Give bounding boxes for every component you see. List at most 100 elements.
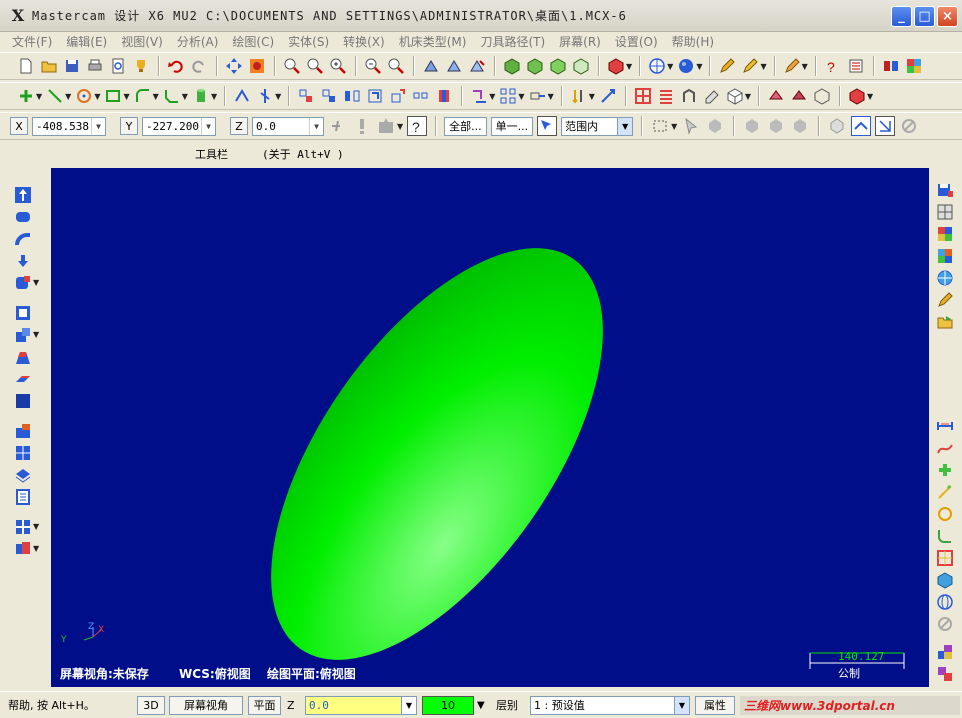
menu-screen[interactable]: 屏幕(R)	[559, 33, 601, 50]
menu-help[interactable]: 帮助(H)	[672, 33, 714, 50]
color-blocks-icon[interactable]	[936, 643, 954, 661]
chevron-down-icon[interactable]: ▼	[674, 696, 689, 714]
scale-xform-icon[interactable]	[388, 86, 408, 106]
edit-pencil-icon[interactable]	[936, 291, 954, 309]
fillet-right-icon[interactable]	[936, 527, 954, 545]
select-all-button[interactable]: 全部...	[444, 116, 487, 136]
chevron-down-icon[interactable]: ▼	[201, 117, 215, 135]
no-entry-icon[interactable]	[899, 116, 919, 136]
window-select-icon[interactable]	[650, 116, 670, 136]
chevron-down-icon[interactable]: ▼	[309, 117, 323, 135]
line-sparkle-icon[interactable]	[936, 483, 954, 501]
globe-view-icon[interactable]	[936, 269, 954, 287]
surface-icon[interactable]	[766, 86, 786, 106]
revolve-icon[interactable]	[14, 208, 32, 226]
verify-icon[interactable]	[851, 116, 872, 136]
menu-machine-type[interactable]: 机床类型(M)	[399, 33, 467, 50]
color-swatch[interactable]: 10	[422, 695, 474, 715]
shading-icon[interactable]	[847, 86, 867, 106]
z-coordinate-field[interactable]: 0.0 ▼	[252, 116, 324, 136]
zoom-window-icon[interactable]	[282, 56, 302, 76]
menu-toolpaths[interactable]: 刀具路径(T)	[480, 33, 545, 50]
rotate-icon[interactable]	[444, 56, 464, 76]
rectangle-right-icon[interactable]	[936, 549, 954, 567]
save-icon[interactable]	[62, 56, 82, 76]
eraser-icon[interactable]	[702, 86, 722, 106]
attributes-button[interactable]: 属性	[695, 695, 735, 715]
array-icon[interactable]	[498, 86, 518, 106]
pointer-icon[interactable]	[681, 116, 701, 136]
hexagon3-icon[interactable]	[766, 116, 786, 136]
fit-icon[interactable]	[247, 56, 267, 76]
selection-range-select[interactable]: 范围内 ▼	[561, 116, 634, 136]
hexagon2-icon[interactable]	[742, 116, 762, 136]
front-view-icon[interactable]	[548, 56, 568, 76]
exclaim-icon[interactable]	[352, 116, 372, 136]
help-icon[interactable]: ?	[407, 116, 428, 136]
close-button[interactable]: ×	[937, 6, 958, 27]
trim-icon[interactable]	[232, 86, 252, 106]
y-coordinate-field[interactable]: -227.200 ▼	[142, 116, 216, 136]
fillet-icon[interactable]	[133, 86, 153, 106]
auto-cursor-icon[interactable]	[376, 116, 396, 136]
color-grid-icon[interactable]	[904, 56, 924, 76]
rotate-xform-icon[interactable]	[365, 86, 385, 106]
box-solid-icon[interactable]	[14, 392, 32, 410]
tiles-icon[interactable]	[14, 518, 32, 536]
minimize-button[interactable]: _	[891, 6, 912, 27]
dimension-right-icon[interactable]	[936, 417, 954, 435]
menu-view[interactable]: 视图(V)	[121, 33, 163, 50]
project-icon[interactable]	[434, 86, 454, 106]
top-view-icon[interactable]	[525, 56, 545, 76]
menu-settings[interactable]: 设置(O)	[615, 33, 658, 50]
view-cube-icon[interactable]	[606, 56, 626, 76]
fillet-solid-icon[interactable]	[14, 370, 32, 388]
sweep-icon[interactable]	[14, 230, 32, 248]
chevron-down-icon[interactable]: ▼	[477, 696, 485, 715]
measure-icon[interactable]	[740, 56, 760, 76]
arrow-up-icon[interactable]	[14, 186, 32, 204]
circle-icon[interactable]	[74, 86, 94, 106]
sort-icon[interactable]	[569, 86, 589, 106]
maximize-button[interactable]: □	[914, 6, 935, 27]
fast-point-icon[interactable]	[328, 116, 348, 136]
zoom-out-icon[interactable]	[363, 56, 383, 76]
scale-icon[interactable]	[467, 56, 487, 76]
color-mix-icon[interactable]	[936, 665, 954, 683]
shade-sphere-icon[interactable]	[676, 56, 696, 76]
sphere-right-icon[interactable]	[936, 593, 954, 611]
layer-solid-icon[interactable]	[14, 466, 32, 484]
layer-label[interactable]: 层别	[496, 696, 518, 715]
properties-icon[interactable]	[846, 56, 866, 76]
open-file-icon[interactable]	[39, 56, 59, 76]
solid-box-icon[interactable]	[725, 86, 745, 106]
menu-edit[interactable]: 编辑(E)	[66, 33, 107, 50]
hexagon-icon[interactable]	[705, 116, 725, 136]
surface2-icon[interactable]	[789, 86, 809, 106]
arc-tool-icon[interactable]	[679, 86, 699, 106]
mixed-solid-icon[interactable]	[14, 540, 32, 558]
x-coordinate-field[interactable]: -408.538 ▼	[32, 116, 106, 136]
solid-cube-icon[interactable]	[936, 571, 954, 589]
chevron-down-icon[interactable]: ▼	[401, 696, 416, 714]
screen-view-button[interactable]: 屏幕视角	[169, 695, 243, 715]
solid-select-icon[interactable]	[827, 116, 847, 136]
add-point-icon[interactable]	[936, 461, 954, 479]
circle-right-icon[interactable]	[936, 505, 954, 523]
globe-icon[interactable]	[647, 56, 667, 76]
grid-solid-icon[interactable]	[14, 444, 32, 462]
document-solid-icon[interactable]	[14, 488, 32, 506]
wireframe-icon[interactable]	[812, 86, 832, 106]
table-grid-icon[interactable]	[633, 86, 653, 106]
drill-icon[interactable]	[469, 86, 489, 106]
mirror-xform-icon[interactable]	[342, 86, 362, 106]
folder-solid-icon[interactable]	[14, 422, 32, 440]
zoom-target-icon[interactable]	[305, 56, 325, 76]
color-table-icon[interactable]	[936, 225, 954, 243]
dimension-icon[interactable]	[598, 86, 618, 106]
selection-mode-icon[interactable]	[537, 116, 558, 136]
help-cursor-icon[interactable]: ?	[823, 56, 843, 76]
print-icon[interactable]	[85, 56, 105, 76]
translate-icon[interactable]	[296, 86, 316, 106]
offset-icon[interactable]	[411, 86, 431, 106]
